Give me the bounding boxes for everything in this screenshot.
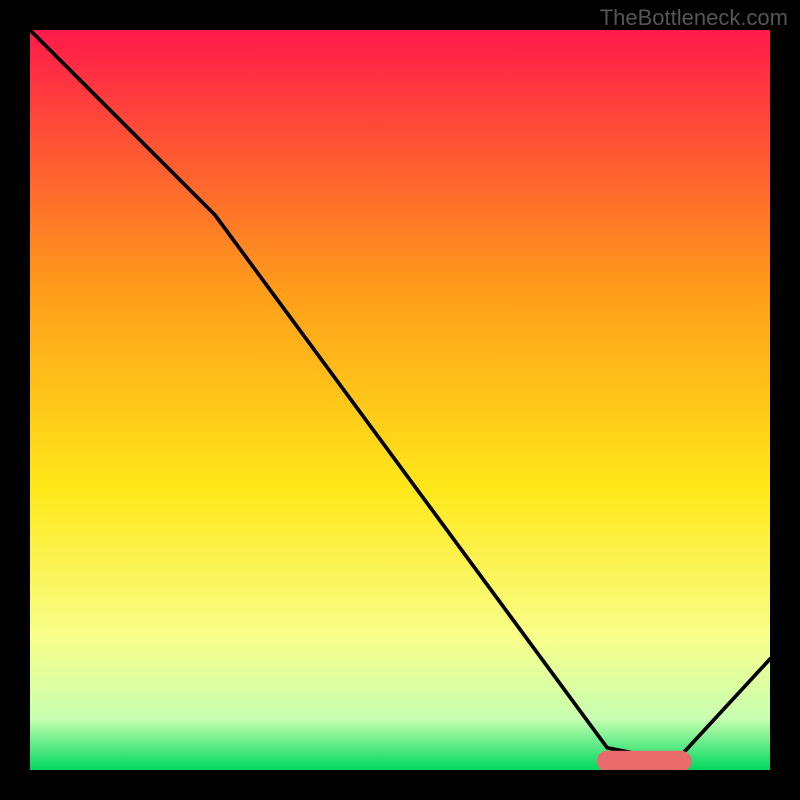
watermark-text: TheBottleneck.com <box>600 5 788 31</box>
chart-area <box>30 30 770 770</box>
chart-svg <box>30 30 770 770</box>
